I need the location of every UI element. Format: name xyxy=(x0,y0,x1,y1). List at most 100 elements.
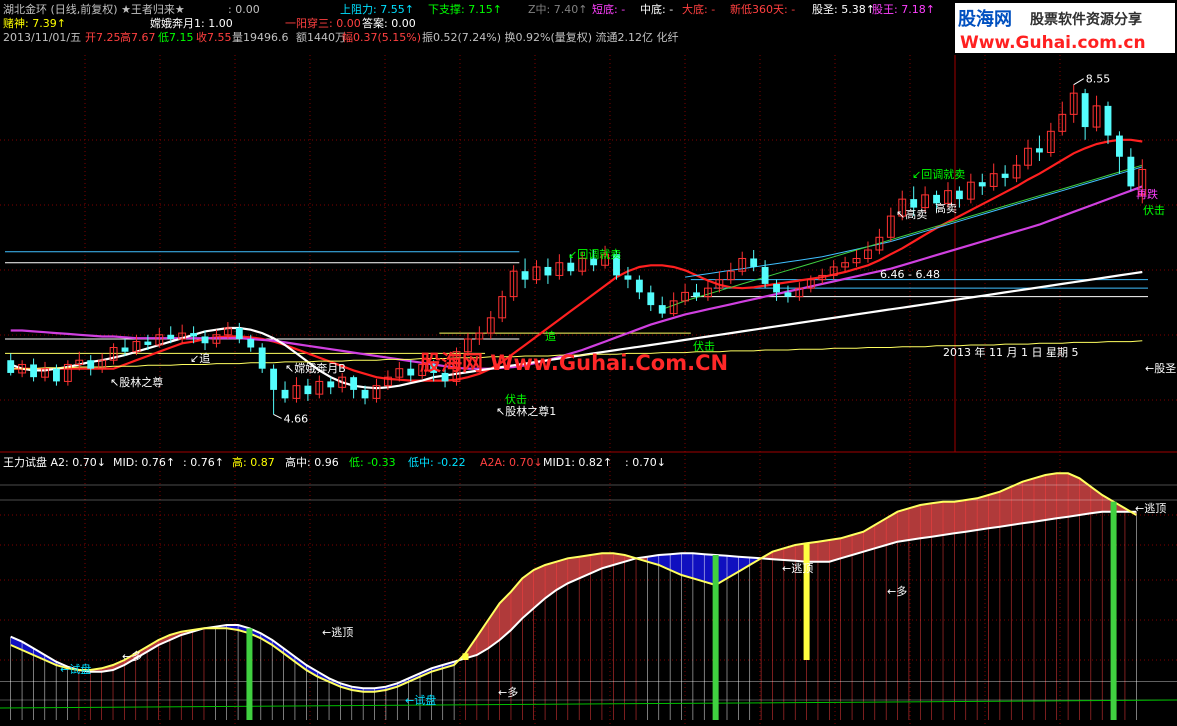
long-label: ←多 xyxy=(122,649,142,663)
logo-brand: 股海网 xyxy=(957,8,1012,30)
header-field: 上阻力: 7.55↑ xyxy=(340,3,414,16)
escape-top-label: ←逃顶 xyxy=(1135,502,1166,515)
indicator-header-field: A2A: 0.70↓ xyxy=(480,456,543,469)
header-field: Z中: 7.40↑ xyxy=(528,3,587,16)
indicator-fill xyxy=(954,499,967,534)
indicator-fill xyxy=(999,486,1012,527)
header-field: 湖北金环 (日线,前复权) ★王者归来★ xyxy=(3,2,185,16)
sell-high-label: ↖高卖 xyxy=(896,207,927,221)
candle-body xyxy=(270,368,278,390)
fall-again-label: 再跌 xyxy=(1136,187,1158,201)
candle-body xyxy=(635,279,643,293)
indicator-fill xyxy=(1056,473,1069,519)
candle-body xyxy=(1127,156,1135,187)
candle-body xyxy=(1081,93,1089,128)
candle-body xyxy=(190,333,198,337)
header-field: 量19496.6 xyxy=(232,31,289,44)
candle-body xyxy=(7,360,15,373)
candle-body xyxy=(304,385,312,395)
header-field: 2013/11/01/五 xyxy=(3,31,81,44)
indicator-header-field: MID: 0.76↑ xyxy=(113,456,175,469)
candle-body xyxy=(327,381,335,388)
date-label: 2013 年 11 月 1 日 星期 5 xyxy=(943,345,1078,359)
sell-on-pullback-label: ↙回调就卖 xyxy=(568,247,621,261)
header-field: 下支撑: 7.15↑ xyxy=(428,2,502,16)
indicator-fill xyxy=(965,498,978,532)
candle-body xyxy=(750,258,758,267)
long-label: ←多 xyxy=(887,584,907,598)
chase-label: 追 xyxy=(545,329,556,343)
header-field: 收7.55 xyxy=(196,30,232,44)
header-field: 答案: 0.00 xyxy=(362,16,416,30)
sell-on-pullback-label: ↙回调就卖 xyxy=(912,167,965,181)
signal-bar xyxy=(246,628,253,720)
candle-body xyxy=(567,262,575,272)
stock-chart[interactable]: 8.554.66↙回调就卖↙回调就卖高卖↖高卖伏击伏击伏击再跌↖股林之尊↖股林之… xyxy=(0,0,1177,726)
indicator-fill xyxy=(1033,474,1046,522)
header-field: 短底: - xyxy=(592,2,625,16)
candle-body xyxy=(1035,148,1043,153)
stock-forest-label: ↖股林之尊1 xyxy=(496,404,556,418)
ambush-label: 伏击 xyxy=(505,392,527,406)
stock-forest-label: ↖股林之尊 xyxy=(110,375,163,389)
candle-body xyxy=(407,368,415,376)
candle-body xyxy=(87,360,95,369)
indicator-header-field: MID1: 0.82↑ xyxy=(543,456,612,469)
range-label: 6.46 - 6.48 xyxy=(880,268,940,281)
candle-body xyxy=(201,336,209,344)
ambush-label: 伏击 xyxy=(1143,203,1165,217)
candle-body xyxy=(773,283,780,293)
header-field: 新低360天: - xyxy=(730,2,795,16)
candle-body xyxy=(1001,173,1009,178)
header-field: 开7.25 xyxy=(85,31,121,44)
candle-body xyxy=(1104,105,1112,136)
chase-label: ↙追 xyxy=(190,351,210,365)
candle-body xyxy=(955,190,963,200)
indicator-fill xyxy=(908,504,921,541)
escape-top-label: ←逃顶 xyxy=(782,562,813,575)
header-field: 中底: - xyxy=(640,2,673,16)
header-field: : 0.00 xyxy=(228,3,260,16)
header-field: 低7.15 xyxy=(158,31,194,44)
indicator-fill xyxy=(692,553,705,583)
indicator-header-field: 低: -0.33 xyxy=(349,456,396,469)
candle-body xyxy=(647,292,655,306)
header-field: 高7.67 xyxy=(120,30,156,44)
candle-body xyxy=(144,341,152,345)
indicator-fill xyxy=(1010,481,1023,526)
candle-body xyxy=(521,271,529,280)
header-field: 幅0.37(5.15%) xyxy=(342,31,421,44)
candle-body xyxy=(53,368,60,382)
candle-body xyxy=(978,182,986,187)
indicator-header-field: 高中: 0.96 xyxy=(285,455,339,469)
header-field: 振0.52(7.24%) 换0.92%(量复权) 流通2.12亿 化纤 xyxy=(422,30,679,44)
candle-body xyxy=(544,266,552,276)
candle-body xyxy=(784,292,792,297)
candle-body xyxy=(121,347,129,352)
test-label: ←试盘 xyxy=(405,693,436,707)
candle-body xyxy=(30,364,38,378)
header-field: 股王: 7.18↑ xyxy=(872,3,935,16)
indicator-fill xyxy=(920,503,932,539)
indicator-header-field: : 0.76↑ xyxy=(183,456,224,469)
signal-bar xyxy=(712,555,719,720)
candle-body xyxy=(910,199,918,208)
header-field: 股圣: 5.38↑ xyxy=(812,3,875,16)
signal-bar xyxy=(462,653,469,660)
indicator-header-field: 高: 0.87 xyxy=(232,455,275,469)
candle-body xyxy=(658,305,666,314)
watermark: 股海网 Www.Guhai.Com.CN xyxy=(420,351,728,375)
high-price-label: 8.55 xyxy=(1086,73,1111,86)
candle-body xyxy=(258,347,266,369)
indicator-fill xyxy=(817,539,830,562)
stock-saint-label: ←股圣 xyxy=(1145,362,1176,375)
signal-bar xyxy=(803,543,810,660)
indicator-fill xyxy=(942,501,955,536)
escape-top-label: ←逃顶 xyxy=(322,626,353,639)
candle-body xyxy=(350,377,358,390)
candle-body xyxy=(281,389,289,399)
indicator-header-field: 王力试盘 A2: 0.70↓ xyxy=(3,455,106,469)
candle-body xyxy=(624,275,632,280)
header-field: 额1440万 xyxy=(296,31,346,44)
candle-body xyxy=(247,339,255,348)
